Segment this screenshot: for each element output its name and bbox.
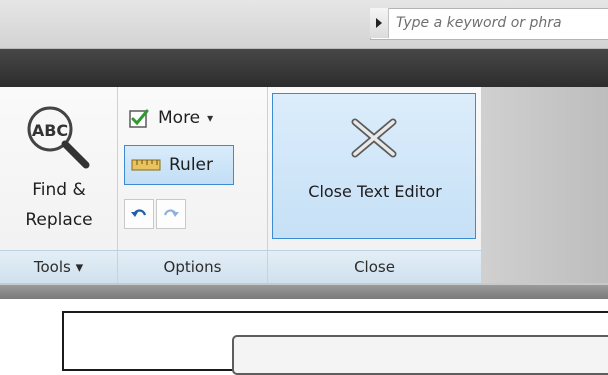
tools-panel-title[interactable]: Tools ▾ bbox=[0, 250, 117, 283]
ruler-label: Ruler bbox=[169, 155, 213, 175]
close-panel-title: Close bbox=[268, 250, 481, 283]
ruler-icon bbox=[131, 159, 161, 171]
redo-icon bbox=[163, 209, 179, 217]
more-button[interactable]: More ▾ bbox=[128, 103, 260, 133]
undo-button[interactable] bbox=[124, 199, 154, 229]
close-x-icon bbox=[351, 118, 397, 158]
options-panel-title: Options bbox=[118, 250, 267, 283]
close-panel: Close Text Editor Close bbox=[268, 87, 482, 283]
close-text-editor-label: Close Text Editor bbox=[308, 182, 442, 201]
text-editor-input[interactable] bbox=[232, 335, 608, 375]
chevron-down-icon: ▾ bbox=[207, 111, 214, 125]
svg-text:ABC: ABC bbox=[32, 121, 68, 140]
undo-icon bbox=[131, 209, 147, 217]
ribbon-bottom-edge bbox=[0, 283, 608, 299]
ribbon: ABC Find & Replace Tools ▾ More ▾ Ruler bbox=[0, 87, 608, 283]
more-label: More bbox=[158, 108, 201, 128]
ribbon-empty-area bbox=[482, 87, 608, 283]
search-expand-arrow-icon[interactable] bbox=[370, 8, 389, 38]
checkbox-checked-icon bbox=[129, 109, 149, 128]
ruler-button[interactable]: Ruler bbox=[124, 145, 234, 185]
close-text-editor-button[interactable]: Close Text Editor bbox=[272, 93, 476, 239]
search-placeholder[interactable]: Type a keyword or phra bbox=[396, 15, 608, 35]
find-replace-label[interactable]: Find & Replace bbox=[0, 175, 118, 235]
find-replace-icon[interactable]: ABC bbox=[20, 105, 96, 169]
tools-panel: ABC Find & Replace Tools ▾ bbox=[0, 87, 118, 283]
redo-button[interactable] bbox=[156, 199, 186, 229]
tab-bar bbox=[0, 49, 608, 87]
options-panel: More ▾ Ruler Options bbox=[118, 87, 268, 283]
